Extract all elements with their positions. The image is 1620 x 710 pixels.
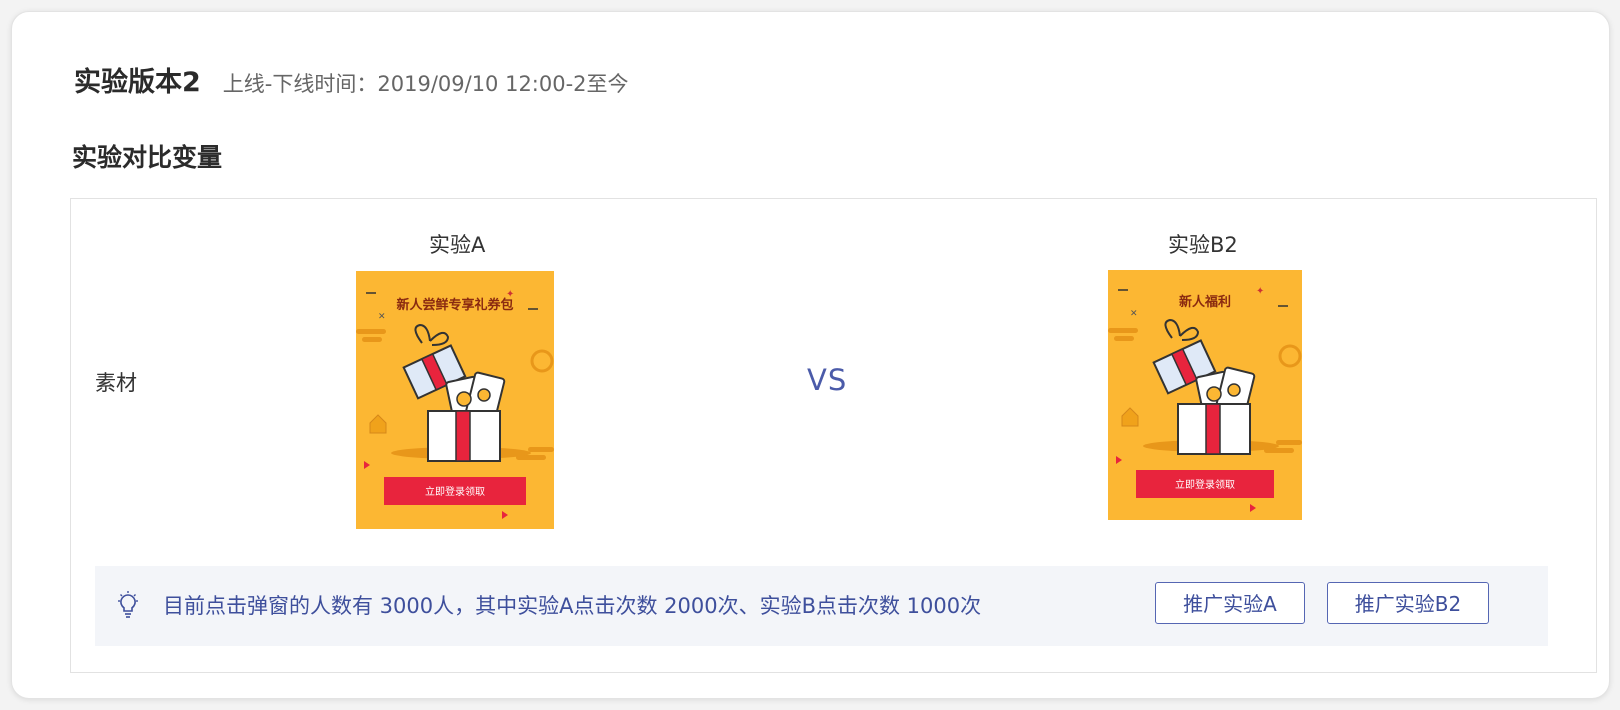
comparison-panel: 素材 实验A 实验B2 ✦ ✕ 新人尝鲜专享礼券包 立即登录领取 VS ✦ ✕ … (70, 198, 1597, 673)
experiment-b-popup-image: ✦ ✕ 新人福利 立即登录领取 (1108, 270, 1302, 524)
experiment-a-popup-image: ✦ ✕ 新人尝鲜专享礼券包 立即登录领取 (356, 271, 554, 533)
online-time: 上线-下线时间：2019/09/10 12:00-2至今 (222, 72, 629, 96)
svg-text:✦: ✦ (1256, 286, 1264, 297)
material-row-label: 素材 (95, 371, 137, 395)
experiment-b-label: 实验B2 (1168, 233, 1238, 257)
experiment-a-label: 实验A (429, 233, 486, 257)
popup-b-button: 立即登录领取 (1175, 478, 1235, 491)
gift-popup-b-illustration: ✦ ✕ 新人福利 立即登录领取 (1108, 270, 1302, 520)
gift-popup-a-illustration: ✦ ✕ 新人尝鲜专享礼券包 立即登录领取 (356, 271, 554, 529)
click-stats-text: 目前点击弹窗的人数有 3000人，其中实验A点击次数 2000次、实验B点击次数… (163, 594, 982, 618)
promote-experiment-b2-button[interactable]: 推广实验B2 (1327, 582, 1489, 624)
experiment-header: 实验版本2 上线-下线时间：2019/09/10 12:00-2至今 (74, 60, 629, 99)
result-tip-bar: 目前点击弹窗的人数有 3000人，其中实验A点击次数 2000次、实验B点击次数… (95, 566, 1548, 646)
svg-text:✕: ✕ (378, 312, 386, 322)
section-title: 实验对比变量 (72, 143, 223, 172)
svg-text:✕: ✕ (1130, 309, 1138, 319)
popup-a-button: 立即登录领取 (425, 485, 485, 498)
popup-b-title: 新人福利 (1179, 294, 1231, 310)
vs-label: VS (807, 363, 848, 397)
popup-a-title: 新人尝鲜专享礼券包 (396, 297, 513, 313)
lightbulb-icon (117, 591, 139, 623)
experiment-card: 实验版本2 上线-下线时间：2019/09/10 12:00-2至今 实验对比变… (11, 11, 1610, 699)
version-title: 实验版本2 (74, 67, 201, 98)
promote-experiment-a-button[interactable]: 推广实验A (1155, 582, 1305, 624)
